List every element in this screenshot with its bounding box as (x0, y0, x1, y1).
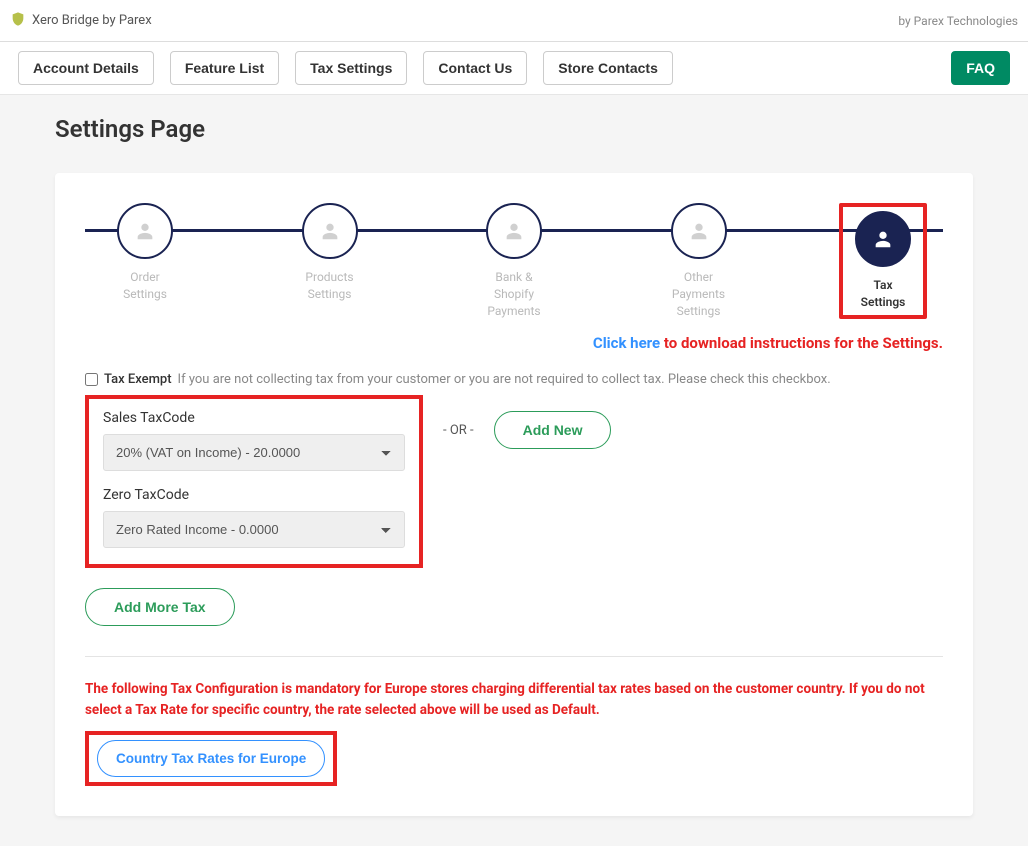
step-label-line: Tax (861, 277, 906, 294)
nav-row: Account Details Feature List Tax Setting… (0, 42, 1028, 95)
person-icon (319, 220, 341, 242)
page-title: Settings Page (55, 115, 973, 143)
person-icon (503, 220, 525, 242)
highlight-box: Sales TaxCode 20% (VAT on Income) - 20.0… (85, 395, 423, 568)
zero-taxcode-select[interactable]: Zero Rated Income - 0.0000 (103, 511, 405, 548)
step-tax-settings[interactable]: Tax Settings (823, 203, 943, 319)
divider (85, 656, 943, 657)
person-icon (872, 228, 894, 250)
tax-exempt-label: Tax Exempt (104, 372, 172, 387)
shield-icon (10, 11, 26, 31)
person-icon (688, 220, 710, 242)
top-bar: Xero Bridge by Parex by Parex Technologi… (0, 0, 1028, 42)
or-separator: - OR - (443, 423, 474, 438)
person-icon (134, 220, 156, 242)
tax-settings-button[interactable]: Tax Settings (295, 51, 407, 85)
sales-taxcode-label: Sales TaxCode (103, 410, 405, 426)
step-order-settings[interactable]: Order Settings (85, 203, 205, 303)
highlight-box: Country Tax Rates for Europe (85, 731, 337, 786)
step-label-line: Order (123, 269, 167, 286)
add-more-tax-button[interactable]: Add More Tax (85, 588, 235, 626)
step-other-payments-settings[interactable]: Other Payments Settings (639, 203, 759, 319)
add-new-button[interactable]: Add New (494, 411, 612, 449)
step-label-line: Other (672, 269, 725, 286)
step-label-line: Payments (487, 303, 540, 320)
zero-taxcode-label: Zero TaxCode (103, 487, 405, 503)
step-label-line: Shopify (487, 286, 540, 303)
step-label-line: Products (305, 269, 353, 286)
settings-card: Order Settings Products Settings Ban (55, 173, 973, 816)
step-bank-shopify-payments[interactable]: Bank & Shopify Payments (454, 203, 574, 319)
step-label-line: Settings (861, 294, 906, 311)
step-label-line: Settings (305, 286, 353, 303)
feature-list-button[interactable]: Feature List (170, 51, 279, 85)
download-instructions-link[interactable]: Click here (593, 334, 660, 352)
step-label-line: Payments (672, 286, 725, 303)
step-label-line: Settings (672, 303, 725, 320)
app-title: Xero Bridge by Parex (32, 13, 152, 28)
account-details-button[interactable]: Account Details (18, 51, 154, 85)
tax-exempt-hint: If you are not collecting tax from your … (178, 372, 831, 387)
contact-us-button[interactable]: Contact Us (423, 51, 527, 85)
store-contacts-button[interactable]: Store Contacts (543, 51, 673, 85)
step-label-line: Settings (123, 286, 167, 303)
step-label-line: Bank & (487, 269, 540, 286)
by-text: by Parex Technologies (898, 14, 1018, 28)
faq-button[interactable]: FAQ (951, 51, 1010, 85)
download-instructions-text: to download instructions for the Setting… (660, 334, 943, 352)
step-products-settings[interactable]: Products Settings (270, 203, 390, 303)
stepper: Order Settings Products Settings Ban (85, 203, 943, 319)
tax-exempt-checkbox[interactable] (85, 373, 98, 386)
sales-taxcode-select[interactable]: 20% (VAT on Income) - 20.0000 (103, 434, 405, 471)
europe-mandatory-text: The following Tax Configuration is manda… (85, 679, 943, 721)
country-tax-rates-europe-button[interactable]: Country Tax Rates for Europe (97, 740, 325, 777)
highlight-box: Tax Settings (839, 203, 927, 319)
